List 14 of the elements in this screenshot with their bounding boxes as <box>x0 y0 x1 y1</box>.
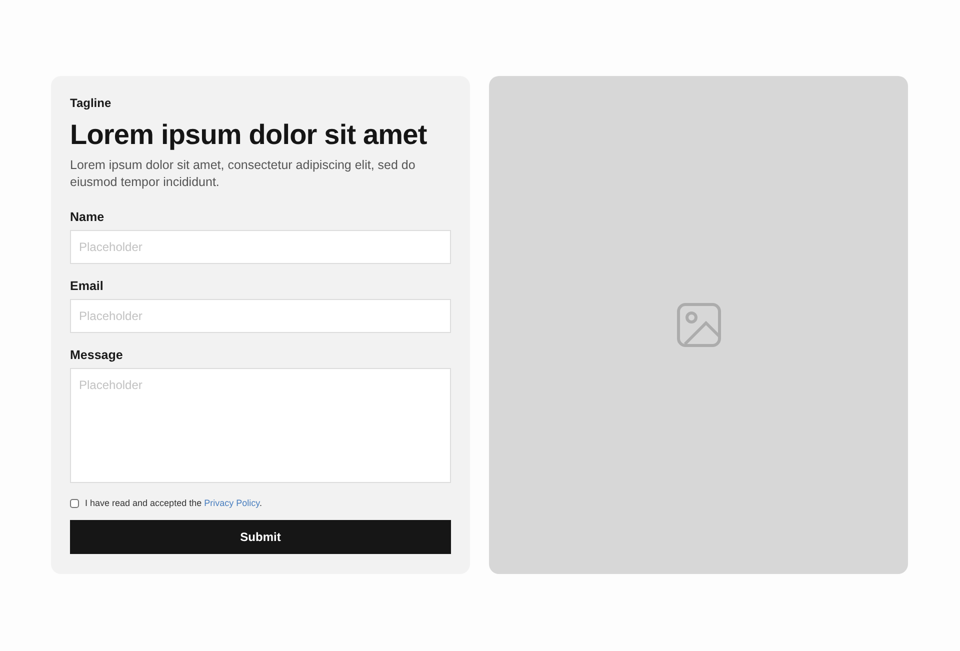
consent-text: I have read and accepted the Privacy Policy. <box>85 498 262 508</box>
submit-button[interactable]: Submit <box>70 520 451 554</box>
message-field[interactable]: Placeholder <box>70 368 451 483</box>
tagline: Tagline <box>70 96 112 110</box>
field-label: Name <box>70 210 106 224</box>
field-label: Email <box>70 279 104 293</box>
description: Lorem ipsum dolor sit amet, consectetur adipiscing elit, sed do eiusmod tempor incididunt. <box>70 157 416 191</box>
input-field[interactable]: Placeholder <box>70 299 451 333</box>
consent-checkbox[interactable] <box>70 498 79 508</box>
input-field[interactable]: Placeholder <box>70 230 451 264</box>
privacy-policy-link[interactable]: Privacy Policy <box>204 498 260 508</box>
image-icon <box>676 303 720 347</box>
field-label: Message <box>70 348 124 362</box>
heading: Lorem ipsum dolor sit amet <box>70 119 428 151</box>
